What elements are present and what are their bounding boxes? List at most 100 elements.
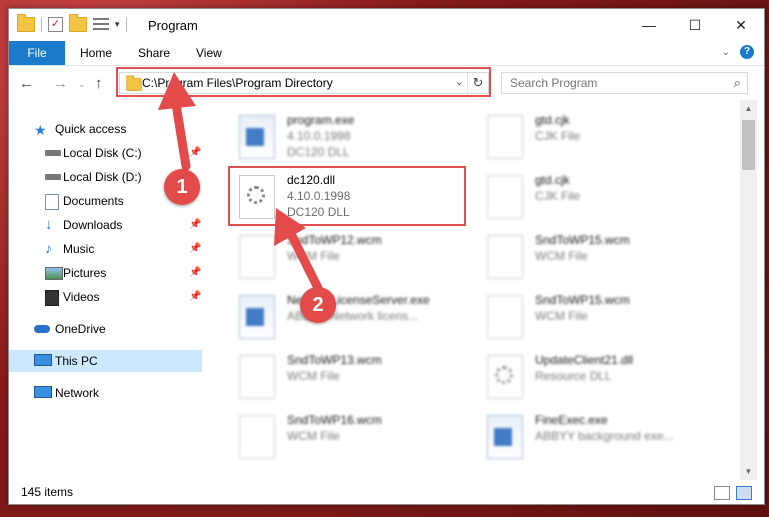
customize-toolbar-chevron-icon[interactable]: ▾ xyxy=(115,19,120,30)
ribbon-tabs: File Home Share View ⌄ ? xyxy=(9,41,764,66)
file-item[interactable]: NetworkLicenseServer.exe ABBYY Network l… xyxy=(231,290,461,346)
file-type: CJK File xyxy=(535,189,581,203)
properties-icon[interactable] xyxy=(93,18,109,31)
file-item[interactable]: FineExec.exe ABBYY background exe... xyxy=(479,410,709,466)
file-name: SndToWP16.wcm xyxy=(287,413,382,427)
details-view-icon[interactable] xyxy=(714,486,730,500)
file-item[interactable]: program.exe 4.10.0.1998 DC120 DLL xyxy=(231,110,461,166)
sidebar-item-quick-access[interactable]: ★ Quick access xyxy=(9,118,202,140)
forward-arrow-icon[interactable]: → xyxy=(53,75,68,92)
file-item[interactable]: SndToWP13.wcm WCM File xyxy=(231,350,461,406)
sidebar-item-videos[interactable]: Videos 📌 xyxy=(9,286,202,308)
file-version: 4.10.0.1998 xyxy=(287,129,351,143)
sidebar-item-local-disk-c[interactable]: Local Disk (C:) 📌 xyxy=(9,142,202,164)
scroll-up-icon[interactable]: ▲ xyxy=(740,100,757,117)
file-name: SndToWP15.wcm xyxy=(535,233,630,247)
file-name: gtd.cjk xyxy=(535,113,570,127)
help-icon[interactable]: ? xyxy=(740,45,754,59)
recent-locations-chevron-icon[interactable]: ⌄ xyxy=(78,79,86,90)
tab-share[interactable]: Share xyxy=(138,46,170,60)
file-type: WCM File xyxy=(535,309,588,323)
divider xyxy=(41,17,42,32)
file-name: SndToWP15.wcm xyxy=(535,293,630,307)
sidebar-item-label: Documents xyxy=(63,194,124,208)
sidebar-item-network[interactable]: Network xyxy=(9,382,202,404)
sidebar-item-label: This PC xyxy=(55,354,98,368)
pin-icon[interactable]: 📌 xyxy=(189,267,201,278)
up-arrow-icon[interactable]: ↑ xyxy=(95,75,103,92)
file-type: CJK File xyxy=(535,129,581,143)
large-icons-view-icon[interactable] xyxy=(736,486,752,500)
file-list: program.exe 4.10.0.1998 DC120 DLL gtd.cj… xyxy=(215,100,739,480)
pin-icon[interactable]: 📌 xyxy=(189,147,201,158)
dll-gear-icon xyxy=(487,355,523,399)
music-note-icon: ♪ xyxy=(45,240,52,256)
tab-home[interactable]: Home xyxy=(80,46,112,60)
file-name: gtd.cjk xyxy=(535,173,570,187)
documents-icon xyxy=(45,194,59,210)
drive-icon xyxy=(45,174,61,180)
vertical-scrollbar[interactable]: ▲ ▼ xyxy=(740,100,757,480)
expand-ribbon-chevron-icon[interactable]: ⌄ xyxy=(722,47,730,58)
blank-file-icon xyxy=(239,355,275,399)
pin-icon[interactable]: 📌 xyxy=(189,291,201,302)
maximize-button[interactable]: ☐ xyxy=(672,9,718,41)
blank-file-icon xyxy=(487,115,523,159)
file-item[interactable]: SndToWP15.wcm WCM File xyxy=(479,230,709,286)
monitor-icon xyxy=(34,354,52,366)
file-type: WCM File xyxy=(287,429,340,443)
search-input[interactable] xyxy=(502,73,718,93)
sidebar-item-label: Local Disk (C:) xyxy=(63,146,142,160)
sidebar-item-label: OneDrive xyxy=(55,322,106,336)
cloud-icon xyxy=(34,325,50,333)
sidebar-item-this-pc[interactable]: This PC xyxy=(9,350,202,372)
file-type: WCM File xyxy=(535,249,588,263)
sidebar-item-pictures[interactable]: Pictures 📌 xyxy=(9,262,202,284)
sidebar-item-music[interactable]: ♪ Music 📌 xyxy=(9,238,202,260)
close-button[interactable]: ✕ xyxy=(718,9,764,41)
scroll-down-icon[interactable]: ▼ xyxy=(740,463,757,480)
sidebar-item-label: Pictures xyxy=(63,266,107,280)
pictures-icon xyxy=(45,267,63,280)
file-name: UpdateClient21.dll xyxy=(535,353,634,367)
file-item[interactable]: SndToWP15.wcm WCM File xyxy=(479,290,709,346)
file-item[interactable]: SndToWP16.wcm WCM File xyxy=(231,410,461,466)
minimize-button[interactable]: — xyxy=(626,9,672,41)
gear-icon xyxy=(495,366,513,384)
sidebar-item-label: Music xyxy=(63,242,95,256)
status-bar: 145 items xyxy=(9,483,764,504)
file-type: Resource DLL xyxy=(535,369,612,383)
file-item[interactable]: SndToWP12.wcm WCM File xyxy=(231,230,461,286)
navigation-pane: ★ Quick access Local Disk (C:) 📌 Local D… xyxy=(9,100,209,480)
file-item[interactable]: gtd.cjk CJK File xyxy=(479,110,709,166)
pin-icon[interactable]: 📌 xyxy=(189,219,201,230)
blank-file-icon xyxy=(487,295,523,339)
file-description: DC120 DLL xyxy=(287,145,350,159)
file-item[interactable]: gtd.cjk CJK File xyxy=(479,170,709,226)
search-box[interactable]: ⌕ xyxy=(501,72,748,94)
exe-icon xyxy=(239,295,275,339)
file-description: ABBYY background exe... xyxy=(535,429,674,443)
file-type: WCM File xyxy=(287,249,340,263)
scroll-thumb[interactable] xyxy=(742,120,755,170)
film-icon xyxy=(45,290,59,306)
file-item[interactable]: UpdateClient21.dll Resource DLL xyxy=(479,350,709,406)
tab-file[interactable]: File xyxy=(9,41,65,65)
back-arrow-icon[interactable]: ← xyxy=(19,75,34,92)
sidebar-item-label: Local Disk (D:) xyxy=(63,170,142,184)
step-1-marker: 1 xyxy=(164,169,200,205)
file-name: FineExec.exe xyxy=(535,413,608,427)
window-controls: — ☐ ✕ xyxy=(626,9,764,41)
sidebar-item-downloads[interactable]: ↓ Downloads 📌 xyxy=(9,214,202,236)
file-highlight xyxy=(228,166,466,226)
pin-icon[interactable]: 📌 xyxy=(189,243,201,254)
sidebar-item-onedrive[interactable]: OneDrive xyxy=(9,318,202,340)
new-folder-icon[interactable] xyxy=(69,14,87,32)
sidebar-item-label: Network xyxy=(55,386,100,400)
properties-check-icon[interactable]: ✓ xyxy=(48,17,63,32)
tab-view[interactable]: View xyxy=(196,46,222,60)
sidebar-item-label: Downloads xyxy=(63,218,123,232)
sidebar-item-label: Videos xyxy=(63,290,100,304)
ribbon-right-controls: ⌄ ? xyxy=(722,45,754,59)
exe-icon xyxy=(487,415,523,459)
